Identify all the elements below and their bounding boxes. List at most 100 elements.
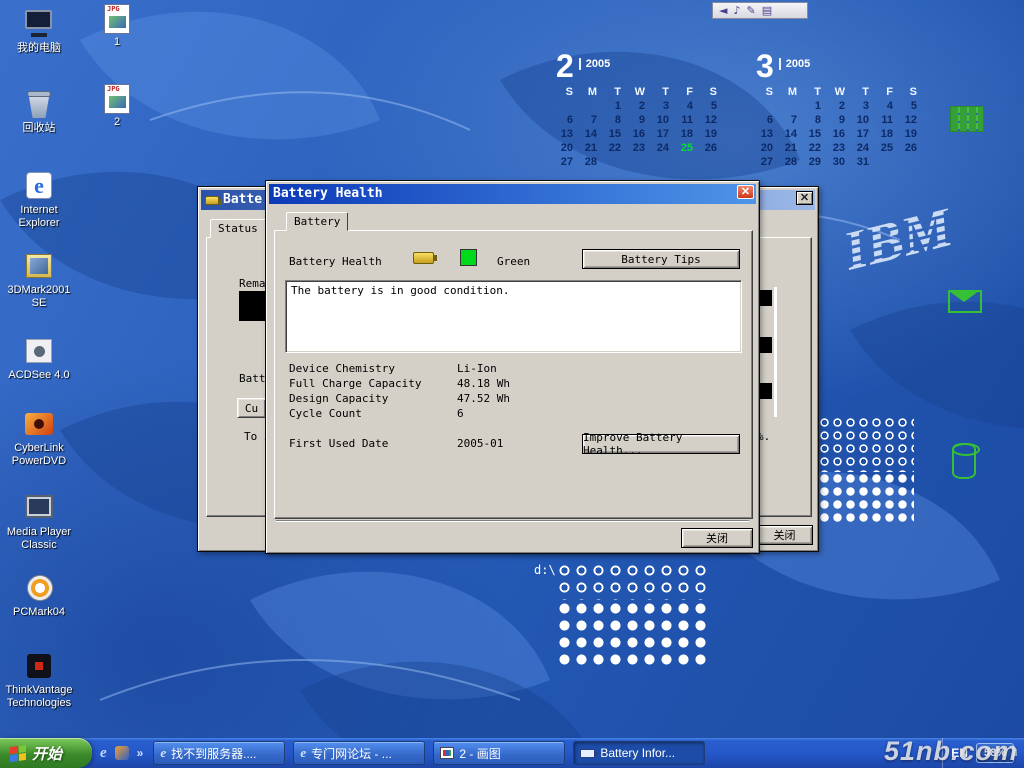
- desktop-icon-label: 回收站: [3, 122, 75, 135]
- calendar-day: 17: [852, 127, 876, 141]
- calendar-month-header: 22005: [556, 50, 728, 82]
- desktop-file-2[interactable]: 2: [100, 84, 134, 128]
- ie-icon: [300, 744, 306, 762]
- start-label: 开始: [32, 743, 62, 764]
- desktop-icon-my-computer[interactable]: 我的电脑: [3, 8, 75, 55]
- battery-icon: [580, 749, 595, 758]
- field-label: Full Charge Capacity: [289, 377, 421, 390]
- close-button[interactable]: ✕: [796, 191, 813, 205]
- calendar-day: 12: [900, 113, 924, 127]
- calendar-day: 27: [556, 155, 580, 169]
- improve-battery-health-button[interactable]: Improve Battery Health...: [582, 434, 740, 454]
- close-button[interactable]: ✕: [737, 185, 754, 199]
- calendar-day: 12: [700, 113, 724, 127]
- quick-launch: »: [92, 738, 153, 768]
- calendar-day: 6: [556, 113, 580, 127]
- volume-icon[interactable]: ♪: [733, 3, 740, 18]
- start-button[interactable]: 开始: [0, 738, 92, 768]
- calendar-month-header: 32005: [756, 50, 928, 82]
- task-label: Battery Infor...: [600, 746, 675, 760]
- acdsee-icon: [21, 335, 57, 367]
- quick-launch-ie-icon[interactable]: [100, 744, 107, 762]
- 3dmark2001-icon: [21, 250, 57, 282]
- battery-health-label: Battery Health: [289, 255, 382, 268]
- quick-launch-chevron-icon[interactable]: »: [137, 738, 144, 768]
- tray-battery-indicator[interactable]: 58%: [976, 743, 1014, 763]
- calendar-day: 2: [828, 99, 852, 113]
- desktop-icon-recycle-bin[interactable]: 回收站: [3, 88, 75, 135]
- desktop-icon-acdsee[interactable]: ACDSee 4.0: [3, 335, 75, 382]
- calendar-month-number: 3: [756, 48, 774, 84]
- calendar-day: [780, 99, 804, 113]
- calendar-day: 6: [756, 113, 780, 127]
- calendar-year: 2005: [579, 58, 610, 70]
- calendar-day: 19: [900, 127, 924, 141]
- calendar-day: 13: [556, 127, 580, 141]
- calendar-day: 30: [828, 155, 852, 169]
- calendar-day-header: S: [756, 85, 780, 99]
- drive-label: d:\: [534, 563, 556, 577]
- calendar-day: 3: [652, 99, 676, 113]
- taskbar-task-server-not-found[interactable]: 找不到服务器....: [153, 741, 285, 765]
- desktop-file-1[interactable]: 1: [100, 4, 134, 48]
- calendar-day-header: M: [580, 85, 604, 99]
- calendar-day: [676, 155, 700, 169]
- condition-textbox[interactable]: The battery is in good condition.: [285, 280, 742, 353]
- calendar-day-header: T: [652, 85, 676, 99]
- calendar-day: [652, 155, 676, 169]
- window-title: Batte: [223, 190, 262, 210]
- desktop-icon-label: ThinkVantage Technologies: [3, 684, 75, 709]
- health-status-text: Green: [497, 255, 530, 268]
- calendar-day-header: W: [628, 85, 652, 99]
- taskbar-task-forum[interactable]: 专门网论坛 - ...: [293, 741, 425, 765]
- language-indicator[interactable]: EN: [951, 746, 968, 760]
- calendar-day: 24: [852, 141, 876, 155]
- battery-tips-button[interactable]: Battery Tips: [582, 249, 740, 269]
- taskbar-task-paint[interactable]: 2 - 画图: [433, 741, 565, 765]
- quick-launch-media-icon[interactable]: [115, 746, 129, 760]
- taskbar-task-battery-information[interactable]: Battery Infor...: [573, 741, 705, 765]
- desktop-icon-thinkvantage[interactable]: ThinkVantage Technologies: [3, 650, 75, 709]
- desktop-icon-media-player-classic[interactable]: Media Player Classic: [3, 492, 75, 551]
- calendar-march-2005: 32005 SMTWTFS123456789101112131415161718…: [756, 50, 928, 169]
- cu-button[interactable]: Cu: [237, 398, 266, 418]
- calendar-day-header: S: [556, 85, 580, 99]
- tab-battery[interactable]: Battery: [286, 212, 348, 231]
- keyboard-icon[interactable]: ▤: [762, 3, 772, 18]
- calendar-day: 7: [580, 113, 604, 127]
- desktop-icon-pcmark04[interactable]: PCMark04: [3, 572, 75, 619]
- field-label: Cycle Count: [289, 407, 362, 420]
- calendar-day-header: S: [900, 85, 924, 99]
- system-tray: EN 58%: [942, 738, 1024, 768]
- calendar-day: 8: [804, 113, 828, 127]
- calendar-day: 20: [556, 141, 580, 155]
- calendar-day: [876, 155, 900, 169]
- calendar-day-header: S: [700, 85, 724, 99]
- title-bar[interactable]: Battery Health: [269, 184, 756, 204]
- calendar-day: 11: [876, 113, 900, 127]
- my-computer-icon: [21, 8, 57, 40]
- desktop-icon-powerdvd[interactable]: CyberLink PowerDVD: [3, 408, 75, 467]
- calendar-day: 1: [804, 99, 828, 113]
- calendar-day: 4: [876, 99, 900, 113]
- battery-icon: [413, 252, 434, 264]
- database-icon: [952, 443, 976, 479]
- calendar-day-header: M: [780, 85, 804, 99]
- close-dialog-button[interactable]: 关闭: [681, 528, 753, 548]
- calendar-grid: SMTWTFS123456789101112131415161718192021…: [556, 85, 728, 169]
- tab-status[interactable]: Status: [210, 219, 266, 238]
- charge-gauge: [239, 291, 266, 321]
- calendar-day: 14: [780, 127, 804, 141]
- speaker-icon[interactable]: ◄: [719, 3, 727, 18]
- calendar-day: 21: [580, 141, 604, 155]
- desktop-icon-label: ACDSee 4.0: [3, 369, 75, 382]
- desktop-icon-internet-explorer[interactable]: Internet Explorer: [3, 170, 75, 229]
- calendar-day: 16: [628, 127, 652, 141]
- calendar-day: 16: [828, 127, 852, 141]
- calendar-day: [628, 155, 652, 169]
- calendar-day: 11: [676, 113, 700, 127]
- pen-icon[interactable]: ✎: [747, 3, 756, 18]
- close-dialog-button[interactable]: 关闭: [756, 525, 813, 545]
- desktop-icon-3dmark2001[interactable]: 3DMark2001 SE: [3, 250, 75, 309]
- dots-pattern: [556, 562, 711, 600]
